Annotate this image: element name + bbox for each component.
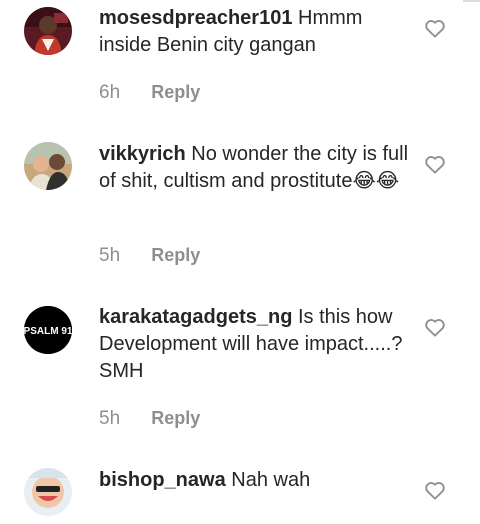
comment-timestamp: 6h <box>99 82 121 103</box>
heart-outline-icon[interactable] <box>424 18 446 38</box>
comment-username[interactable]: mosesdpreacher101 <box>99 7 292 29</box>
comment-username[interactable]: bishop_nawa <box>99 469 226 491</box>
avatar[interactable] <box>24 142 72 190</box>
avatar-logo-text: PSALM 91 <box>24 326 72 337</box>
comment-timestamp: 5h <box>99 408 121 429</box>
avatar[interactable] <box>24 468 72 516</box>
psalm-91-logo[interactable]: PSALM 91 <box>24 306 72 354</box>
avatar[interactable] <box>24 7 72 55</box>
comment-username[interactable]: karakatagadgets_ng <box>99 306 292 328</box>
heart-outline-icon[interactable] <box>424 480 446 500</box>
comment-text: mosesdpreacher101 Hmmm inside Benin city… <box>99 5 409 59</box>
comment-text: bishop_nawa Nah wah <box>99 467 409 494</box>
heart-outline-icon[interactable] <box>424 154 446 174</box>
reply-button[interactable]: Reply <box>151 245 200 265</box>
comment-text: karakatagadgets_ng Is this how Developme… <box>99 304 409 385</box>
comment-timestamp: 5h <box>99 245 121 266</box>
comment-text: vikkyrich No wonder the city is full of … <box>99 141 409 195</box>
reply-button[interactable]: Reply <box>151 408 200 428</box>
divider <box>463 0 480 2</box>
reply-button[interactable]: Reply <box>151 82 200 102</box>
comment-username[interactable]: vikkyrich <box>99 143 186 165</box>
comment-body: Nah wah <box>231 469 311 491</box>
heart-outline-icon[interactable] <box>424 317 446 337</box>
